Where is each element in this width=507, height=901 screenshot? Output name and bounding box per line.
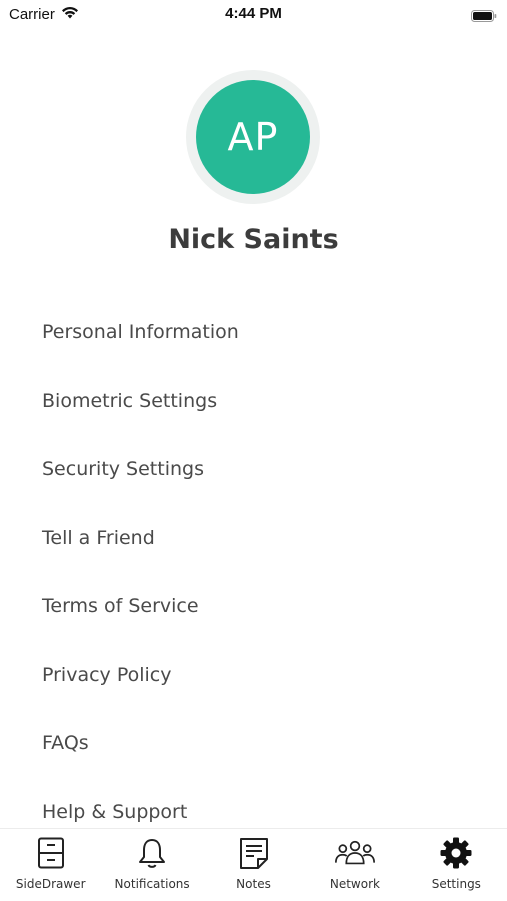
status-bar: Carrier 4:44 PM bbox=[0, 0, 507, 28]
note-icon bbox=[234, 835, 274, 871]
tab-label: SideDrawer bbox=[15, 877, 86, 891]
menu-item-personal-information[interactable]: Personal Information bbox=[42, 316, 482, 385]
tab-label: Network bbox=[329, 877, 380, 891]
avatar-initials: AP bbox=[227, 115, 279, 159]
menu-item-terms-of-service[interactable]: Terms of Service bbox=[42, 590, 482, 659]
tab-label: Notes bbox=[236, 877, 271, 891]
menu-item-privacy-policy[interactable]: Privacy Policy bbox=[42, 659, 482, 728]
user-name: Nick Saints bbox=[168, 224, 339, 255]
tab-network[interactable]: Network bbox=[304, 829, 405, 901]
settings-menu: Personal Information Biometric Settings … bbox=[42, 316, 482, 864]
tab-notes[interactable]: Notes bbox=[203, 829, 304, 901]
menu-item-security-settings[interactable]: Security Settings bbox=[42, 453, 482, 522]
tab-bar: SideDrawer Notifications Notes Network S… bbox=[0, 828, 507, 901]
tab-label: Notifications bbox=[114, 877, 190, 891]
menu-item-biometric-settings[interactable]: Biometric Settings bbox=[42, 385, 482, 454]
menu-item-faqs[interactable]: FAQs bbox=[42, 727, 482, 796]
battery-icon bbox=[471, 7, 497, 22]
bell-icon bbox=[132, 835, 172, 871]
tab-notifications[interactable]: Notifications bbox=[101, 829, 202, 901]
status-time: 4:44 PM bbox=[225, 5, 282, 22]
gear-icon bbox=[436, 835, 476, 871]
tab-settings[interactable]: Settings bbox=[406, 829, 507, 901]
cabinet-icon bbox=[31, 835, 71, 871]
tab-label: Settings bbox=[431, 877, 481, 891]
tab-sidedrawer[interactable]: SideDrawer bbox=[0, 829, 101, 901]
people-icon bbox=[334, 835, 375, 871]
menu-item-tell-a-friend[interactable]: Tell a Friend bbox=[42, 522, 482, 591]
avatar[interactable]: AP bbox=[196, 80, 310, 194]
